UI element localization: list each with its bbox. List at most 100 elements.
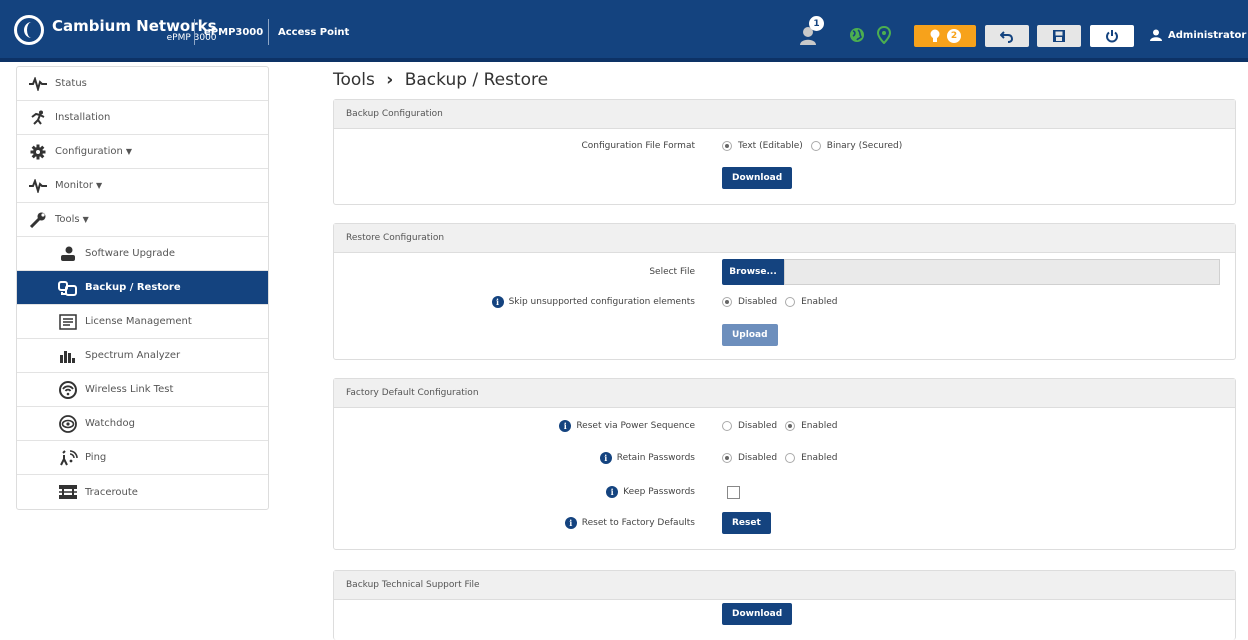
sidebar-item-watchdog[interactable]: Watchdog <box>17 407 268 441</box>
sidebar-item-label: Backup / Restore <box>85 282 181 293</box>
breadcrumb-separator-icon: › <box>386 70 394 90</box>
tech-support-download-button[interactable]: Download <box>722 603 793 625</box>
skip-disabled-radio[interactable] <box>722 297 732 307</box>
page-title: Tools › Backup / Restore <box>333 70 548 90</box>
save-button[interactable] <box>1037 25 1081 47</box>
factory-reset-button[interactable]: Reset <box>722 512 771 534</box>
reset-power-enabled-label[interactable]: Enabled <box>801 421 837 431</box>
selected-file-field[interactable] <box>784 259 1220 285</box>
info-icon[interactable]: i <box>559 420 572 432</box>
pulse-icon <box>27 76 49 91</box>
device-mode: Access Point <box>278 27 350 38</box>
sidebar-item-label: Traceroute <box>85 486 138 498</box>
reset-power-enabled-radio[interactable] <box>785 421 796 431</box>
globe-button[interactable] <box>847 25 867 45</box>
info-icon[interactable]: i <box>606 486 619 498</box>
sidebar-item-wireless-link-test[interactable]: Wireless Link Test <box>17 373 268 407</box>
sidebar-item-label: Ping <box>85 452 107 463</box>
gear-icon <box>27 144 49 160</box>
retain-enabled-radio[interactable] <box>785 453 796 463</box>
reboot-button[interactable] <box>1090 25 1134 47</box>
bars-icon <box>57 349 79 363</box>
format-binary-label[interactable]: Binary (Secured) <box>827 141 902 151</box>
info-icon[interactable]: i <box>491 296 504 308</box>
upload-button[interactable]: Upload <box>722 324 778 346</box>
cambium-logo[interactable]: Cambium Networks ePMP 3000 <box>14 12 217 48</box>
wifi-icon <box>57 380 79 399</box>
caret-down-icon: ▼ <box>125 147 132 156</box>
reset-power-sequence-label: i Reset via Power Sequence <box>559 416 695 436</box>
format-text-label[interactable]: Text (Editable) <box>738 141 803 151</box>
sidebar-item-monitor[interactable]: Monitor ▼ <box>17 169 268 203</box>
device-name: ePMP3000 <box>204 27 264 38</box>
runner-icon <box>27 110 49 126</box>
panel-heading: Factory Default Configuration <box>334 379 1235 408</box>
traceroute-icon <box>57 484 79 500</box>
panel-heading: Backup Configuration <box>334 100 1235 129</box>
skip-disabled-label[interactable]: Disabled <box>738 297 777 307</box>
format-text-radio[interactable] <box>722 141 732 151</box>
sidebar-item-installation[interactable]: Installation <box>17 101 268 135</box>
sidebar-item-configuration[interactable]: Configuration ▼ <box>17 135 268 169</box>
sidebar-item-label: Spectrum Analyzer <box>85 350 181 361</box>
eye-icon <box>57 414 79 433</box>
alerts-button[interactable]: 2 <box>914 25 976 47</box>
retain-disabled-label[interactable]: Disabled <box>738 453 777 463</box>
undo-button[interactable] <box>985 25 1029 47</box>
browse-button[interactable]: Browse... <box>722 259 784 285</box>
sidebar-item-label: Configuration <box>55 146 123 157</box>
info-icon[interactable]: i <box>564 517 577 529</box>
skip-enabled-label[interactable]: Enabled <box>801 297 837 307</box>
retain-passwords-label: i Retain Passwords <box>599 448 695 468</box>
user-name: Administrator <box>1168 29 1247 41</box>
retain-enabled-label[interactable]: Enabled <box>801 453 837 463</box>
ping-icon <box>57 449 79 466</box>
sidebar-item-label: Monitor <box>55 180 94 191</box>
info-icon[interactable]: i <box>599 452 612 464</box>
user-menu[interactable]: Administrator ▼ <box>1150 25 1248 45</box>
breadcrumb-current: Backup / Restore <box>404 70 549 90</box>
sidebar-item-ping[interactable]: Ping <box>17 441 268 475</box>
keep-passwords-label: i Keep Passwords <box>606 482 695 502</box>
wrench-icon <box>27 212 49 228</box>
sidebar-item-label: Tools <box>55 214 80 225</box>
sidebar-item-backup-restore[interactable]: Backup / Restore <box>17 271 268 305</box>
backup-configuration-panel: Backup Configuration Configuration File … <box>333 99 1236 205</box>
location-button[interactable] <box>874 25 894 45</box>
panel-heading: Restore Configuration <box>334 224 1235 253</box>
sidebar-item-software-upgrade[interactable]: Software Upgrade <box>17 237 268 271</box>
sidebar-item-license-management[interactable]: License Management <box>17 305 268 339</box>
user-notification-button[interactable]: 1 <box>795 16 825 50</box>
upgrade-icon <box>57 246 79 262</box>
license-icon <box>57 313 79 330</box>
retain-disabled-radio[interactable] <box>722 453 732 463</box>
sidebar-item-tools[interactable]: Tools ▼ <box>17 203 268 237</box>
format-binary-radio[interactable] <box>810 141 821 151</box>
sidebar-nav: Status Installation Configuration ▼ Monit… <box>16 66 269 510</box>
reset-factory-defaults-label: i Reset to Factory Defaults <box>564 512 695 534</box>
breadcrumb-section: Tools <box>333 70 375 90</box>
restore-configuration-panel: Restore Configuration Select File Browse… <box>333 223 1236 360</box>
undo-icon <box>1000 31 1014 43</box>
notification-count-badge: 1 <box>809 16 824 31</box>
header-divider <box>268 19 269 45</box>
file-picker[interactable]: Browse... <box>722 259 1220 285</box>
sidebar-item-label: Wireless Link Test <box>85 384 174 395</box>
user-icon <box>1150 29 1162 41</box>
reset-power-disabled-label[interactable]: Disabled <box>738 421 777 431</box>
sidebar-item-label: Watchdog <box>85 418 135 429</box>
skip-enabled-radio[interactable] <box>785 297 796 307</box>
backup-download-button[interactable]: Download <box>722 167 793 189</box>
tech-support-panel: Backup Technical Support File Download <box>333 570 1236 640</box>
reset-power-disabled-radio[interactable] <box>722 421 732 431</box>
sidebar-item-traceroute[interactable]: Traceroute <box>17 475 268 509</box>
pulse-icon <box>27 178 49 193</box>
alert-count-badge: 2 <box>947 29 961 43</box>
config-format-label: Configuration File Format <box>581 141 695 151</box>
map-pin-icon <box>877 26 891 44</box>
sidebar-item-label: License Management <box>85 316 192 327</box>
keep-passwords-checkbox[interactable] <box>727 485 740 499</box>
skip-unsupported-label: i Skip unsupported configuration elements <box>491 292 695 312</box>
sidebar-item-spectrum-analyzer[interactable]: Spectrum Analyzer <box>17 339 268 373</box>
sidebar-item-status[interactable]: Status <box>17 67 268 101</box>
